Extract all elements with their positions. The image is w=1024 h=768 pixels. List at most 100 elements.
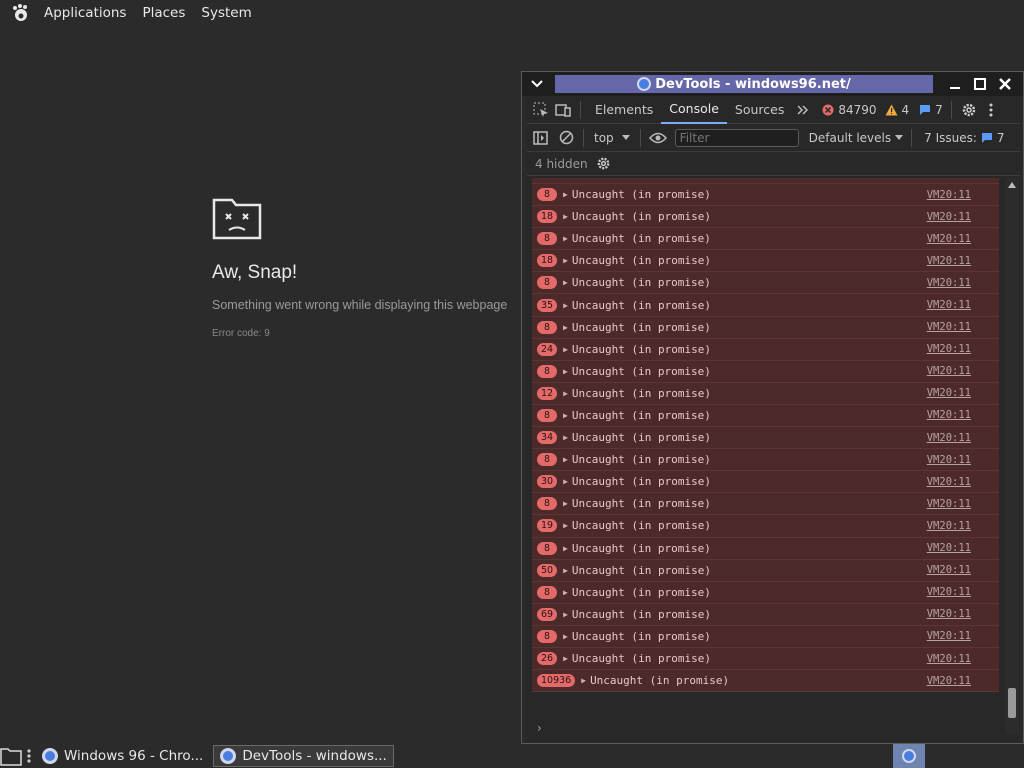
- table-row[interactable]: 12 ▶ Uncaught (in promise) VM20:11: [532, 382, 999, 405]
- menu-places[interactable]: Places: [134, 0, 193, 26]
- source-link[interactable]: VM20:11: [927, 255, 971, 267]
- expand-triangle-icon[interactable]: ▶: [563, 411, 568, 420]
- source-link[interactable]: VM20:11: [927, 189, 971, 201]
- menu-system[interactable]: System: [193, 0, 259, 26]
- log-levels-dropdown[interactable]: Default levels: [809, 131, 904, 145]
- source-link[interactable]: VM20:11: [927, 498, 971, 510]
- table-row[interactable]: 50 ▶ Uncaught (in promise) VM20:11: [532, 559, 999, 582]
- expand-triangle-icon[interactable]: ▶: [563, 323, 568, 332]
- table-row[interactable]: 8 ▶ Uncaught (in promise) VM20:11: [532, 449, 999, 472]
- source-link[interactable]: VM20:11: [927, 586, 971, 598]
- filter-input[interactable]: [674, 128, 799, 147]
- show-desktop-folder-icon[interactable]: [0, 746, 22, 766]
- tab-console[interactable]: Console: [661, 96, 727, 124]
- expand-triangle-icon[interactable]: ▶: [563, 588, 568, 597]
- expand-triangle-icon[interactable]: ▶: [563, 654, 568, 663]
- expand-triangle-icon[interactable]: ▶: [563, 544, 568, 553]
- expand-triangle-icon[interactable]: ▶: [563, 610, 568, 619]
- window-menu-chevron-icon[interactable]: [522, 72, 552, 96]
- table-row[interactable]: 8 ▶ Uncaught (in promise) VM20:11: [532, 404, 999, 428]
- console-scrollbar[interactable]: [1005, 178, 1019, 734]
- sidebar-toggle-icon[interactable]: [527, 127, 553, 149]
- table-row[interactable]: 24 ▶ Uncaught (in promise) VM20:11: [532, 338, 999, 361]
- source-link[interactable]: VM20:11: [927, 432, 971, 444]
- minimize-button[interactable]: [945, 75, 965, 93]
- devtools-titlebar[interactable]: DevTools - windows96.net/: [522, 72, 1023, 96]
- source-link[interactable]: VM20:11: [927, 277, 971, 289]
- message-counts[interactable]: 84790 4 7: [822, 103, 943, 117]
- expand-triangle-icon[interactable]: ▶: [581, 676, 586, 685]
- table-row[interactable]: 10936 ▶ Uncaught (in promise) VM20:11: [532, 670, 999, 693]
- source-link[interactable]: VM20:11: [927, 608, 971, 620]
- source-link[interactable]: VM20:11: [927, 365, 971, 377]
- source-link[interactable]: VM20:11: [927, 211, 971, 223]
- task-devtools[interactable]: DevTools - windows...: [213, 745, 394, 767]
- expand-triangle-icon[interactable]: ▶: [563, 234, 568, 243]
- source-link[interactable]: VM20:11: [927, 409, 971, 421]
- console-prompt-chevron-icon[interactable]: ›: [537, 721, 542, 735]
- expand-triangle-icon[interactable]: ▶: [563, 521, 568, 530]
- tab-sources[interactable]: Sources: [727, 96, 792, 124]
- table-row[interactable]: 34 ▶ Uncaught (in promise) VM20:11: [532, 427, 999, 450]
- source-link[interactable]: VM20:11: [927, 564, 971, 576]
- settings-gear-icon[interactable]: [958, 99, 980, 121]
- source-link[interactable]: VM20:11: [927, 653, 971, 665]
- device-toolbar-icon[interactable]: [552, 99, 574, 121]
- console-settings-gear-icon[interactable]: [596, 156, 611, 171]
- source-link[interactable]: VM20:11: [927, 343, 971, 355]
- source-link[interactable]: VM20:11: [927, 299, 971, 311]
- expand-triangle-icon[interactable]: ▶: [563, 301, 568, 310]
- expand-triangle-icon[interactable]: ▶: [563, 455, 568, 464]
- expand-triangle-icon[interactable]: ▶: [563, 256, 568, 265]
- scroll-up-arrow-icon[interactable]: [1008, 182, 1016, 188]
- expand-triangle-icon[interactable]: ▶: [563, 190, 568, 199]
- gnome-foot-icon[interactable]: [10, 2, 32, 24]
- menu-applications[interactable]: Applications: [36, 0, 134, 26]
- live-expression-eye-icon[interactable]: [645, 127, 671, 149]
- table-row[interactable]: 8 ▶ Uncaught (in promise) VM20:11: [532, 537, 999, 560]
- expand-triangle-icon[interactable]: ▶: [563, 367, 568, 376]
- context-selector[interactable]: top: [588, 131, 636, 145]
- table-row[interactable]: 8 ▶ Uncaught (in promise) VM20:11: [532, 625, 999, 648]
- console-log[interactable]: 8 ▶ Uncaught (in promise) VM20:11 18 ▶ Uncaugh…: [527, 178, 1003, 708]
- workspace-switcher[interactable]: [893, 744, 925, 768]
- expand-triangle-icon[interactable]: ▶: [563, 433, 568, 442]
- kebab-menu-icon[interactable]: [980, 99, 1002, 121]
- expand-triangle-icon[interactable]: ▶: [563, 278, 568, 287]
- task-windows96-chrome[interactable]: Windows 96 - Chro...: [36, 745, 209, 767]
- source-link[interactable]: VM20:11: [927, 630, 971, 642]
- table-row[interactable]: 8 ▶ Uncaught (in promise) VM20:11: [532, 316, 999, 339]
- table-row[interactable]: 69 ▶ Uncaught (in promise) VM20:11: [532, 603, 999, 626]
- expand-triangle-icon[interactable]: ▶: [563, 345, 568, 354]
- table-row[interactable]: 8 ▶ Uncaught (in promise) VM20:11: [532, 184, 999, 207]
- table-row[interactable]: 8 ▶ Uncaught (in promise) VM20:11: [532, 360, 999, 383]
- expand-triangle-icon[interactable]: ▶: [563, 632, 568, 641]
- table-row[interactable]: 18 ▶ Uncaught (in promise) VM20:11: [532, 206, 999, 229]
- expand-triangle-icon[interactable]: ▶: [563, 566, 568, 575]
- source-link[interactable]: VM20:11: [927, 542, 971, 554]
- close-button[interactable]: [995, 75, 1015, 93]
- tab-elements[interactable]: Elements: [587, 96, 661, 124]
- source-link[interactable]: VM20:11: [927, 454, 971, 466]
- table-row[interactable]: 8 ▶ Uncaught (in promise) VM20:11: [532, 581, 999, 604]
- table-row[interactable]: 19 ▶ Uncaught (in promise) VM20:11: [532, 515, 999, 538]
- table-row[interactable]: 8 ▶ Uncaught (in promise) VM20:11: [532, 272, 999, 295]
- table-row[interactable]: 26 ▶ Uncaught (in promise) VM20:11: [532, 647, 999, 671]
- table-row[interactable]: 8 ▶ Uncaught (in promise) VM20:11: [532, 228, 999, 251]
- clear-console-icon[interactable]: [553, 127, 579, 149]
- source-link[interactable]: VM20:11: [927, 675, 971, 687]
- source-link[interactable]: VM20:11: [927, 233, 971, 245]
- taskbar-handle-icon[interactable]: [26, 748, 32, 764]
- expand-triangle-icon[interactable]: ▶: [563, 499, 568, 508]
- table-row[interactable]: 18 ▶ Uncaught (in promise) VM20:11: [532, 250, 999, 273]
- source-link[interactable]: VM20:11: [927, 476, 971, 488]
- source-link[interactable]: VM20:11: [927, 387, 971, 399]
- source-link[interactable]: VM20:11: [927, 321, 971, 333]
- table-row[interactable]: 35 ▶ Uncaught (in promise) VM20:11: [532, 294, 999, 317]
- source-link[interactable]: VM20:11: [927, 520, 971, 532]
- table-row[interactable]: 8 ▶ Uncaught (in promise) VM20:11: [532, 493, 999, 516]
- table-row[interactable]: 30 ▶ Uncaught (in promise) VM20:11: [532, 471, 999, 494]
- more-tabs-icon[interactable]: [792, 99, 814, 121]
- scrollbar-thumb[interactable]: [1008, 688, 1016, 718]
- issues-button[interactable]: 7 Issues: 7: [924, 131, 1004, 145]
